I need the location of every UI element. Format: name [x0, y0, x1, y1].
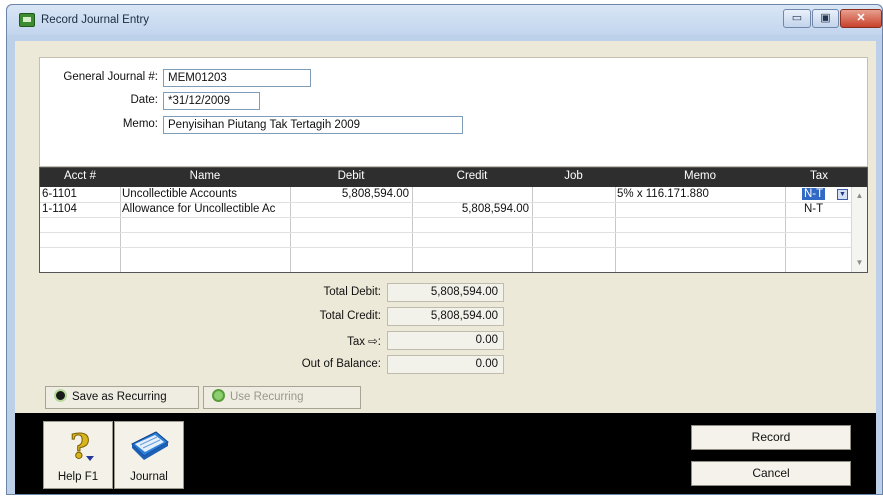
- help-button[interactable]: ? Help F1: [43, 421, 113, 489]
- row-divider: [40, 247, 851, 248]
- svg-text:?: ?: [70, 427, 90, 466]
- column-header-credit[interactable]: Credit: [412, 170, 532, 182]
- tax-cell[interactable]: N-T: [802, 188, 826, 200]
- scroll-up-icon[interactable]: ▲: [852, 189, 867, 203]
- out-of-balance-value: 0.00: [387, 355, 504, 374]
- tax-total-label[interactable]: Tax ⇨:: [241, 334, 381, 348]
- journal-icon: [131, 431, 169, 460]
- journal-number-field[interactable]: MEM01203: [163, 69, 311, 87]
- column-divider: [615, 187, 616, 272]
- title-bar[interactable]: Record Journal Entry ▭ ▣ ✕: [7, 5, 882, 35]
- column-divider: [785, 187, 786, 272]
- save-as-recurring-button[interactable]: Save as Recurring: [45, 386, 199, 409]
- grid-header: Acct # Name Debit Credit Job Memo Tax: [40, 168, 867, 187]
- record-button[interactable]: Record: [691, 425, 851, 450]
- record-journal-entry-window: Record Journal Entry ▭ ▣ ✕ General Journ…: [6, 4, 883, 495]
- total-credit-label: Total Credit:: [319, 310, 381, 322]
- use-recurring-button[interactable]: Use Recurring: [203, 386, 361, 409]
- row-divider: [40, 217, 851, 218]
- scroll-down-icon[interactable]: ▼: [852, 256, 867, 270]
- total-debit-label: Total Debit:: [323, 286, 381, 298]
- journal-label: Journal: [130, 471, 168, 483]
- grid-scrollbar[interactable]: ▲ ▼: [851, 187, 867, 272]
- credit-cell[interactable]: 5,808,594.00: [414, 203, 529, 215]
- column-divider: [120, 187, 121, 272]
- journal-header-panel: General Journal #: MEM01203 Date: *31/12…: [39, 57, 868, 167]
- recurring-icon: [212, 389, 225, 402]
- name-cell[interactable]: Uncollectible Accounts: [122, 188, 288, 200]
- column-header-debit[interactable]: Debit: [290, 170, 412, 182]
- save-as-recurring-label: Save as Recurring: [72, 391, 167, 403]
- tax-code-selected[interactable]: N-T: [802, 188, 826, 200]
- journal-button[interactable]: Journal: [114, 421, 184, 489]
- tax-total-value: 0.00: [387, 331, 504, 350]
- app-icon: [19, 13, 35, 27]
- acct-cell[interactable]: 1-1104: [42, 203, 118, 215]
- row-divider: [40, 232, 851, 233]
- window-title: Record Journal Entry: [41, 14, 150, 26]
- name-cell[interactable]: Allowance for Uncollectible Ac: [122, 203, 288, 215]
- bottom-toolbar: ? Help F1 Journal Record Cancel: [15, 413, 876, 494]
- out-of-balance-label: Out of Balance:: [301, 358, 381, 370]
- journal-lines-grid: Acct # Name Debit Credit Job Memo Tax 6-…: [39, 167, 868, 273]
- journal-number-label: General Journal #:: [63, 71, 158, 83]
- date-label: Date:: [130, 94, 159, 106]
- cancel-button[interactable]: Cancel: [691, 461, 851, 486]
- column-header-memo[interactable]: Memo: [615, 170, 785, 182]
- column-divider: [532, 187, 533, 272]
- column-divider: [290, 187, 291, 272]
- tax-dropdown-icon[interactable]: ▼: [837, 189, 848, 200]
- column-header-tax[interactable]: Tax: [785, 170, 853, 182]
- acct-cell[interactable]: 6-1101: [42, 188, 118, 200]
- total-debit-value: 5,808,594.00: [387, 283, 504, 302]
- recurring-icon: [54, 389, 67, 402]
- maximize-button[interactable]: ▣: [812, 9, 839, 28]
- use-recurring-label: Use Recurring: [230, 391, 304, 403]
- minimize-button[interactable]: ▭: [783, 9, 811, 28]
- memo-label: Memo:: [122, 118, 158, 130]
- date-field[interactable]: *31/12/2009: [163, 92, 260, 110]
- help-label: Help F1: [57, 471, 99, 483]
- column-divider: [412, 187, 413, 272]
- column-header-name[interactable]: Name: [120, 170, 290, 182]
- column-header-job[interactable]: Job: [532, 170, 615, 182]
- close-button[interactable]: ✕: [840, 9, 882, 28]
- total-credit-value: 5,808,594.00: [387, 307, 504, 326]
- window-client-area: General Journal #: MEM01203 Date: *31/12…: [15, 41, 876, 494]
- tax-cell[interactable]: N-T: [804, 203, 823, 215]
- column-header-acct[interactable]: Acct #: [40, 170, 120, 182]
- debit-cell[interactable]: 5,808,594.00: [292, 188, 409, 200]
- memo-field[interactable]: Penyisihan Piutang Tak Tertagih 2009: [163, 116, 463, 134]
- help-icon: ?: [70, 427, 94, 468]
- memo-cell[interactable]: 5% x 116.171.880: [617, 188, 783, 200]
